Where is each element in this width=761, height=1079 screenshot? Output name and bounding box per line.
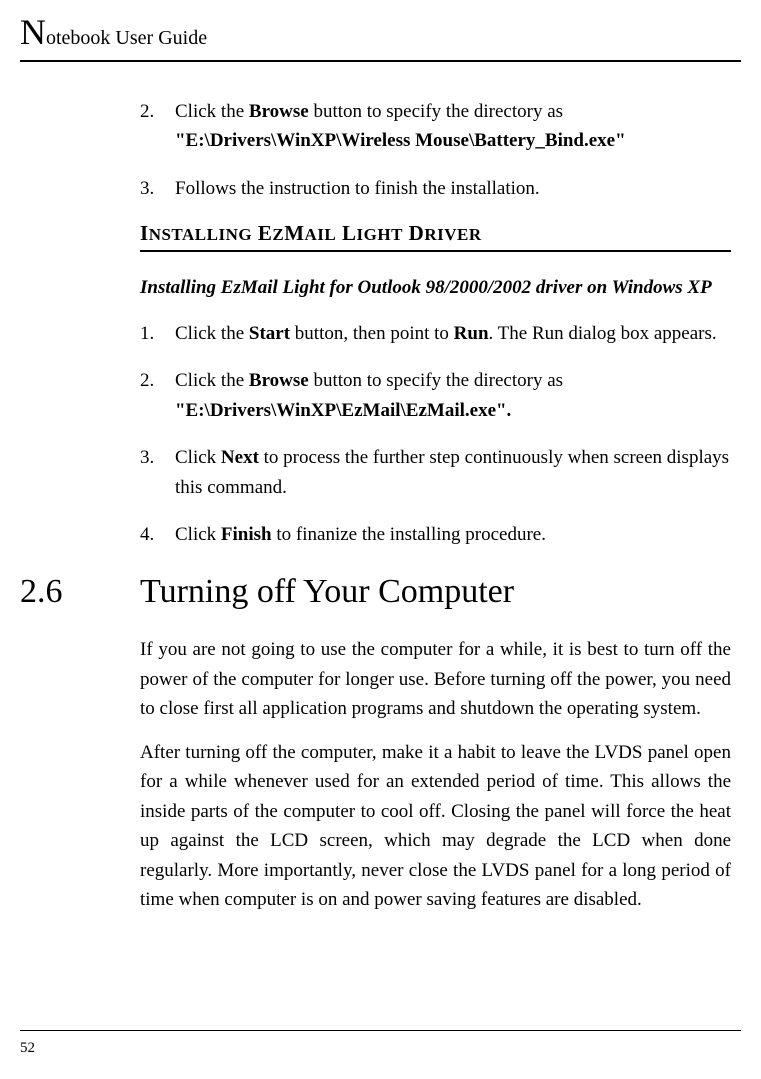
paragraph: If you are not going to use the computer… <box>140 635 731 723</box>
paragraph: After turning off the computer, make it … <box>140 738 731 915</box>
chapter-number: 2.6 <box>20 573 140 611</box>
list-number: 4. <box>140 520 165 549</box>
list-number: 3. <box>140 174 165 203</box>
header-title: Notebook User Guide <box>20 18 741 62</box>
list-item: 1. Click the Start button, then point to… <box>140 319 731 348</box>
list-item: 4. Click Finish to finanize the installi… <box>140 520 731 549</box>
list-text: Click Next to process the further step c… <box>165 443 731 502</box>
list-number: 3. <box>140 443 165 502</box>
list-text: Click the Browse button to specify the d… <box>165 366 731 425</box>
chapter-heading: 2.6 Turning off Your Computer <box>20 573 731 611</box>
list-text: Follows the instruction to finish the in… <box>165 174 731 203</box>
list-item: 3. Follows the instruction to finish the… <box>140 174 731 203</box>
chapter-title: Turning off Your Computer <box>140 573 514 611</box>
list-number: 2. <box>140 97 165 156</box>
section-heading: INSTALLING EZMAIL LIGHT DRIVER <box>140 221 731 252</box>
list-number: 2. <box>140 366 165 425</box>
list-item: 2. Click the Browse button to specify th… <box>140 366 731 425</box>
page-number: 52 <box>20 1040 35 1057</box>
header-dropcap: N <box>20 12 46 52</box>
list-text: Click Finish to finanize the installing … <box>165 520 731 549</box>
list-item: 2. Click the Browse button to specify th… <box>140 97 731 156</box>
list-number: 1. <box>140 319 165 348</box>
sub-heading: Installing EzMail Light for Outlook 98/2… <box>140 274 731 303</box>
header-rest: otebook User Guide <box>46 27 207 49</box>
list-text: Click the Start button, then point to Ru… <box>165 319 731 348</box>
footer-divider <box>20 1030 741 1031</box>
list-item: 3. Click Next to process the further ste… <box>140 443 731 502</box>
list-text: Click the Browse button to specify the d… <box>165 97 731 156</box>
